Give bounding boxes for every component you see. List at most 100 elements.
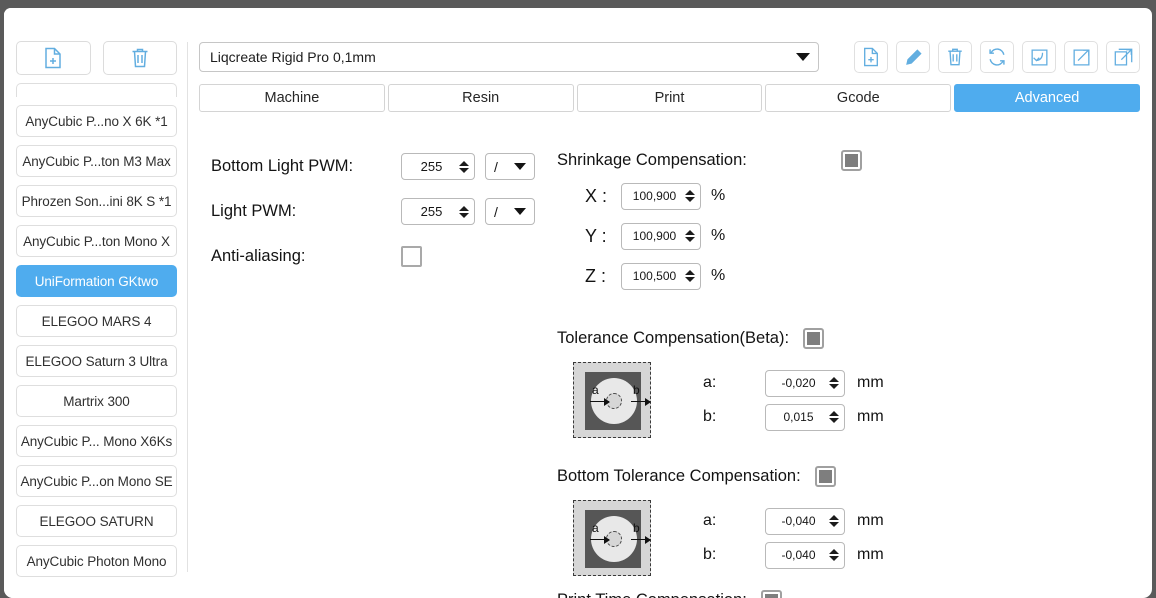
add-machine-button[interactable] — [16, 41, 91, 75]
tab-machine[interactable]: Machine — [199, 84, 385, 112]
tolerance-b-label: b: — [703, 408, 717, 425]
bottom-tolerance-a-input[interactable]: -0,040 — [765, 507, 845, 535]
arrow-up-icon — [828, 549, 839, 554]
machine-list-item[interactable]: AnyCubic P...no X 6K *1 — [16, 105, 177, 137]
arrow-up-icon — [684, 190, 695, 195]
tolerance-fields: a: -0,020 mm b: 0,015 mm — [703, 366, 884, 434]
shrinkage-x-label: X : — [585, 185, 608, 206]
arrow-up-icon — [828, 377, 839, 382]
bottom-light-pwm-unit-select[interactable]: / — [485, 153, 535, 180]
diagram-arrow-a — [590, 536, 610, 543]
machine-list-item[interactable]: AnyCubic P...ton M3 Max — [16, 145, 177, 177]
shrinkage-x-unit: % — [711, 187, 726, 204]
shrinkage-z-stepper[interactable] — [683, 270, 696, 282]
tolerance-a-stepper[interactable] — [827, 377, 840, 389]
shrinkage-y-stepper[interactable] — [683, 230, 696, 242]
arrow-down-icon — [828, 522, 839, 527]
shrinkage-compensation-header: Shrinkage Compensation: — [557, 144, 1117, 176]
machine-list-item[interactable]: Martrix 300 — [16, 385, 177, 417]
tolerance-b-input[interactable]: 0,015 — [765, 403, 845, 431]
bottom-tolerance-b-stepper[interactable] — [827, 549, 840, 561]
shrinkage-x-row: X : 100,900 % — [557, 176, 1117, 216]
machine-list-item[interactable]: AnyCubic P...ton Mono X — [16, 225, 177, 257]
bottom-tolerance-compensation-checkbox[interactable] — [814, 465, 836, 487]
machine-list-item[interactable]: Phrozen Son...ini 8K S *1 — [16, 185, 177, 217]
bottom-tolerance-compensation-header: Bottom Tolerance Compensation: — [557, 460, 1117, 492]
diagram-label-b: b — [633, 383, 640, 397]
chevron-down-icon — [513, 163, 526, 170]
bottom-tolerance-b-row: b: -0,040 mm — [703, 538, 884, 572]
diagram-label-a: a — [592, 383, 599, 397]
arrow-down-icon — [684, 197, 695, 202]
machine-list-item[interactable]: ELEGOO MARS 4 — [16, 305, 177, 337]
anti-aliasing-label: Anti-aliasing: — [211, 247, 306, 265]
shrinkage-z-unit: % — [711, 267, 726, 284]
arrow-down-icon — [828, 384, 839, 389]
refresh-profile-button[interactable] — [980, 41, 1014, 73]
machine-list-item[interactable]: UniFormation GKtwo — [16, 265, 177, 297]
arrow-up-icon — [684, 270, 695, 275]
light-pwm-unit-select[interactable]: / — [485, 198, 535, 225]
light-pwm-stepper[interactable] — [457, 205, 470, 218]
bottom-tolerance-a-label: a: — [703, 512, 717, 529]
edit-profile-button[interactable] — [896, 41, 930, 73]
shrinkage-z-input[interactable]: 100,500 — [621, 262, 701, 290]
delete-machine-button[interactable] — [102, 41, 177, 75]
shrinkage-compensation-checkbox[interactable] — [840, 149, 862, 171]
machine-list-item[interactable]: AnyCubic P... Mono X6Ks — [16, 425, 177, 457]
profile-select-value: Liqcreate Rigid Pro 0,1mm — [210, 49, 376, 65]
light-pwm-label: Light PWM: — [211, 202, 297, 220]
shrinkage-x-input[interactable]: 100,900 — [621, 182, 701, 210]
bottom-tolerance-b-label: b: — [703, 546, 717, 563]
tab-resin[interactable]: Resin — [387, 84, 574, 112]
export-copy-button[interactable] — [1106, 41, 1140, 73]
print-time-compensation-title: Print Time Compensation: — [557, 591, 747, 598]
bottom-tolerance-b-input[interactable]: -0,040 — [765, 541, 845, 569]
sidebar-divider — [187, 42, 188, 572]
bottom-light-pwm-stepper[interactable] — [457, 160, 470, 173]
machine-list[interactable]: AnyCubic P...no X 6K *1 AnyCubic P...ton … — [4, 83, 189, 577]
arrow-down-icon — [684, 237, 695, 242]
settings-tab-bar[interactable]: Machine Resin Print Gcode Advanced — [199, 84, 1140, 112]
print-time-compensation-checkbox[interactable] — [760, 590, 782, 598]
delete-profile-button[interactable] — [938, 41, 972, 73]
light-pwm-input[interactable]: 255 — [401, 198, 475, 225]
right-settings-column: Shrinkage Compensation: X : 100,900 % Y … — [557, 144, 1117, 598]
shrinkage-x-stepper[interactable] — [683, 190, 696, 202]
machine-list-item[interactable]: ELEGOO Saturn 3 Ultra — [16, 345, 177, 377]
bottom-tolerance-a-stepper[interactable] — [827, 515, 840, 527]
machine-list-item[interactable]: AnyCubic P...on Mono SE — [16, 465, 177, 497]
bottom-tolerance-a-row: a: -0,040 mm — [703, 504, 884, 538]
shrinkage-x-value: 100,900 — [632, 189, 677, 203]
tab-gcode[interactable]: Gcode — [765, 84, 952, 112]
tolerance-compensation-title: Tolerance Compensation(Beta): — [557, 328, 790, 347]
shrinkage-y-input[interactable]: 100,900 — [621, 222, 701, 250]
arrow-up-icon — [458, 160, 469, 166]
tolerance-b-stepper[interactable] — [827, 411, 840, 423]
tolerance-a-unit: mm — [857, 374, 884, 391]
export-profile-button[interactable] — [1064, 41, 1098, 73]
bottom-light-pwm-value: 255 — [420, 159, 443, 174]
chevron-down-icon — [513, 208, 526, 215]
diagram-arrow-b — [631, 398, 651, 405]
profile-select[interactable]: Liqcreate Rigid Pro 0,1mm — [199, 42, 819, 72]
light-pwm-unit-value: / — [494, 203, 498, 220]
tab-print[interactable]: Print — [576, 84, 763, 112]
import-profile-button[interactable] — [1022, 41, 1056, 73]
tolerance-compensation-checkbox[interactable] — [803, 327, 825, 349]
advanced-settings-content: Bottom Light PWM: 255 / Light PWM: 255 /… — [199, 144, 1140, 598]
machine-list-item[interactable]: ELEGOO SATURN — [16, 505, 177, 537]
machine-list-item-partial[interactable] — [16, 83, 177, 97]
tab-advanced[interactable]: Advanced — [954, 84, 1140, 112]
bottom-light-pwm-input[interactable]: 255 — [401, 153, 475, 180]
tolerance-a-input[interactable]: -0,020 — [765, 369, 845, 397]
new-profile-button[interactable] — [854, 41, 888, 73]
arrow-up-icon — [828, 515, 839, 520]
bottom-light-pwm-label: Bottom Light PWM: — [211, 157, 354, 175]
arrow-down-icon — [458, 212, 469, 218]
left-settings-column: Bottom Light PWM: 255 / Light PWM: 255 /… — [211, 144, 541, 279]
tolerance-compensation-header: Tolerance Compensation(Beta): — [557, 322, 1117, 354]
anti-aliasing-checkbox[interactable] — [401, 246, 422, 267]
shrinkage-z-row: Z : 100,500 % — [557, 256, 1117, 296]
machine-list-item[interactable]: AnyCubic Photon Mono — [16, 545, 177, 577]
